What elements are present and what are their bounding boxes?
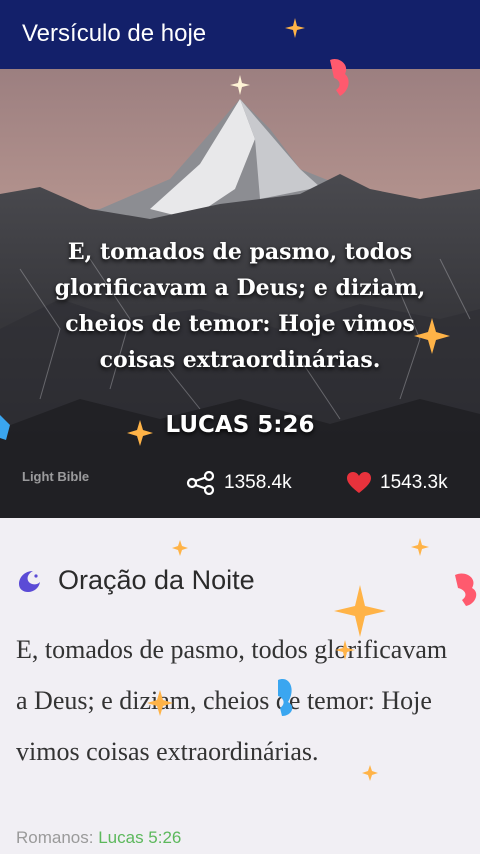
- moon-icon: [19, 571, 40, 592]
- verse-reference: LUCAS 5:26: [165, 412, 315, 438]
- like-button[interactable]: 1543.3k: [346, 468, 448, 498]
- brand-watermark: Light Bible: [22, 469, 90, 484]
- like-count: 1543.3k: [380, 472, 448, 493]
- heart-icon: [347, 472, 371, 493]
- page-title: Versículo de hoje: [22, 20, 207, 47]
- source-label: Romanos:: [16, 828, 99, 847]
- verse-image-card[interactable]: E, tomados de pasmo, todos glorificavam …: [0, 69, 480, 518]
- share-count: 1358.4k: [224, 472, 292, 493]
- prayer-title: Oração da Noite: [58, 565, 255, 595]
- source-link[interactable]: Lucas 5:26: [98, 828, 181, 847]
- share-button[interactable]: 1358.4k: [186, 468, 292, 498]
- prayer-text: E, tomados de pasmo, todos glorificavam …: [16, 635, 448, 766]
- verse-text: E, tomados de pasmo, todos glorificavam …: [54, 239, 426, 373]
- app-bar: Versículo de hoje: [0, 0, 480, 69]
- prayer-source: Romanos: Lucas 5:26: [16, 828, 181, 848]
- share-icon: [186, 471, 215, 495]
